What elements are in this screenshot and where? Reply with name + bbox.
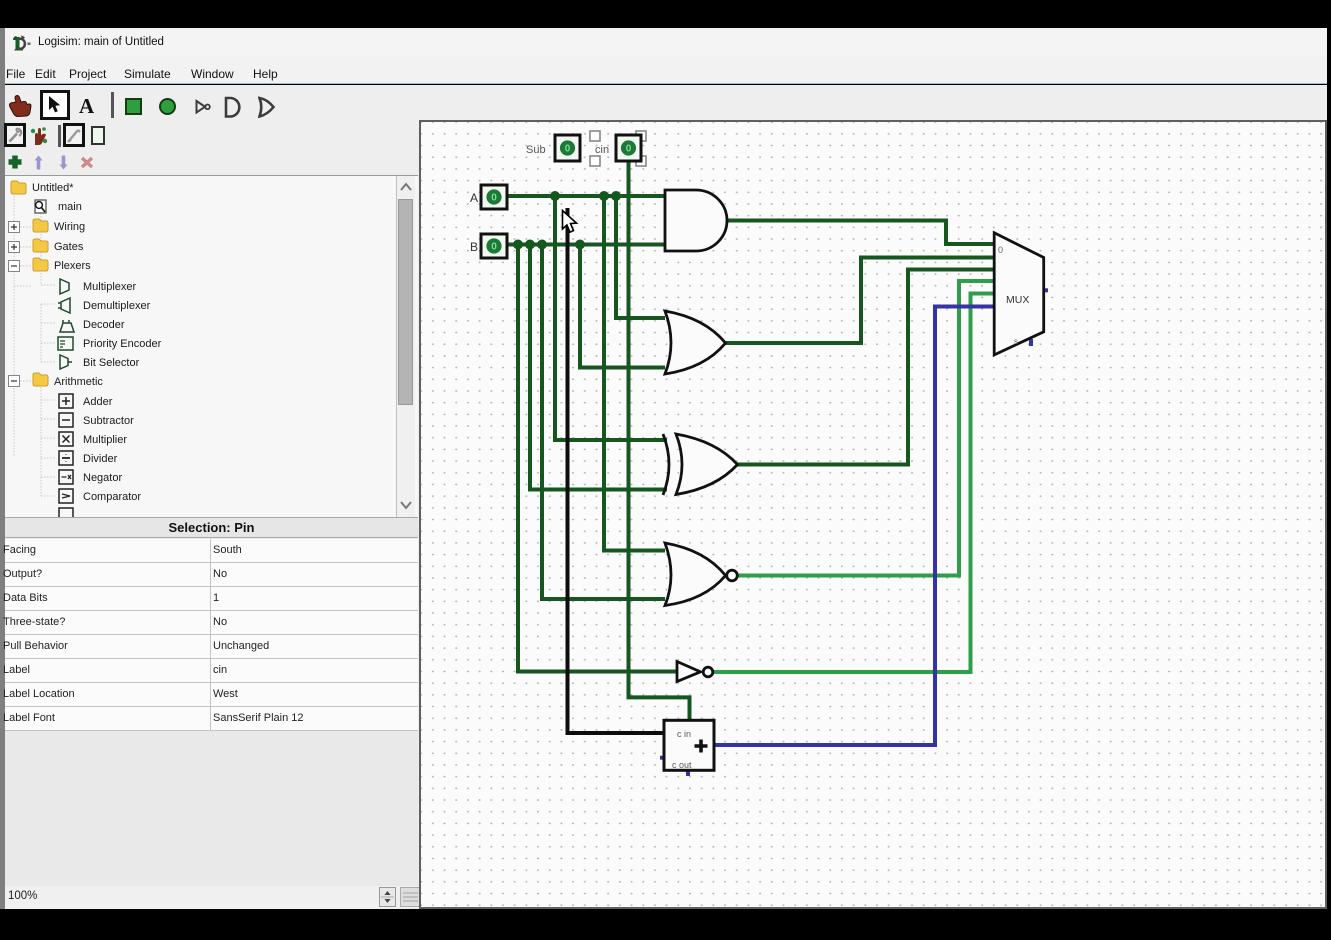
svg-text:0: 0 <box>491 242 497 253</box>
svg-text:0: 0 <box>998 245 1003 255</box>
svg-text:Wiring: Wiring <box>54 221 85 233</box>
svg-text:Arithmetic: Arithmetic <box>54 376 103 388</box>
svg-text:Comparator: Comparator <box>83 491 141 503</box>
svg-text:Priority Encoder: Priority Encoder <box>83 338 162 350</box>
svg-text:Multiplexer: Multiplexer <box>83 281 137 293</box>
svg-text:Plexers: Plexers <box>54 260 91 272</box>
svg-text:main: main <box>58 201 82 213</box>
svg-text:s: s <box>1014 337 1018 346</box>
svg-text:cin: cin <box>595 144 609 156</box>
svg-text:Subtractor: Subtractor <box>83 415 134 427</box>
svg-text:Multiplier: Multiplier <box>83 434 127 446</box>
svg-text:B: B <box>470 240 478 254</box>
svg-text:0: 0 <box>565 144 571 155</box>
svg-text:Demultiplexer: Demultiplexer <box>83 300 151 312</box>
svg-text:c out: c out <box>672 760 692 770</box>
svg-text:Divider: Divider <box>83 453 118 465</box>
svg-text:Sub: Sub <box>526 144 546 156</box>
svg-text:c in: c in <box>677 729 691 739</box>
svg-text:MUX: MUX <box>1006 294 1029 306</box>
svg-text:Adder: Adder <box>83 396 113 408</box>
svg-text:0: 0 <box>491 193 497 204</box>
svg-text:A: A <box>470 191 478 205</box>
svg-text:Bit Selector: Bit Selector <box>83 357 140 369</box>
svg-text:Untitled*: Untitled* <box>32 182 74 194</box>
svg-text:Decoder: Decoder <box>83 319 125 331</box>
svg-text:0: 0 <box>626 144 632 155</box>
svg-text:Gates: Gates <box>54 241 84 253</box>
svg-text:Negator: Negator <box>83 472 122 484</box>
